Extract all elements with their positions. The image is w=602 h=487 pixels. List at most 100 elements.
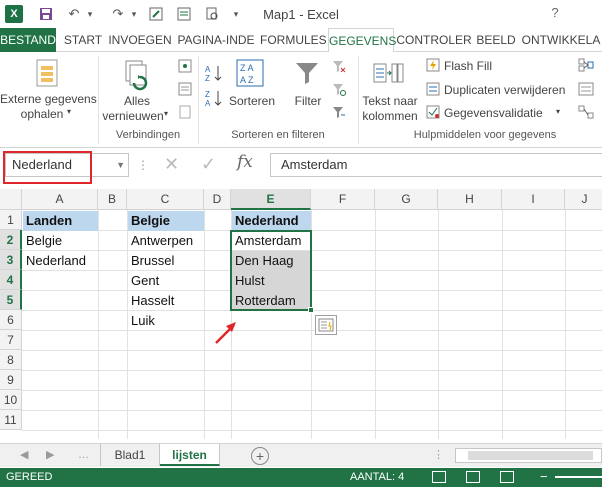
- column-header[interactable]: D: [204, 189, 231, 210]
- cell-A1[interactable]: Landen: [23, 211, 98, 231]
- normal-view-icon[interactable]: [432, 471, 446, 483]
- tab-formules[interactable]: FORMULES: [260, 28, 327, 52]
- cell-C2[interactable]: Antwerpen: [128, 231, 204, 251]
- tab-gegevens[interactable]: GEGEVENS: [328, 28, 396, 53]
- column-header[interactable]: B: [98, 189, 127, 210]
- scroll-split-icon[interactable]: ⋮: [433, 448, 444, 461]
- fill-handle[interactable]: [308, 307, 314, 313]
- row-header[interactable]: 3: [0, 250, 22, 270]
- filter-icon[interactable]: [292, 58, 322, 88]
- row-header[interactable]: 6: [0, 310, 22, 330]
- row-header[interactable]: 9: [0, 370, 22, 390]
- tab-ontwikkelaars[interactable]: ONTWIKKELA: [520, 28, 602, 52]
- text-to-columns-icon[interactable]: [372, 58, 406, 90]
- row-header[interactable]: 7: [0, 330, 22, 350]
- sheet-tab-blad1[interactable]: Blad1: [100, 444, 160, 466]
- reapply-filter-icon[interactable]: [331, 81, 347, 97]
- help-button[interactable]: ?: [545, 5, 565, 23]
- clear-filter-icon[interactable]: [331, 58, 347, 74]
- relationships-icon[interactable]: [577, 104, 595, 120]
- data-validation-dropdown-icon[interactable]: ▾: [556, 107, 560, 116]
- row-header[interactable]: 2: [0, 230, 22, 250]
- sort-az-icon[interactable]: AZ: [203, 62, 225, 84]
- cell-A3[interactable]: Nederland: [23, 251, 98, 271]
- scrollbar-thumb[interactable]: [468, 451, 593, 460]
- cell-A2[interactable]: Belgie: [23, 231, 98, 251]
- sheet-overflow-icon[interactable]: …: [78, 449, 89, 461]
- data-validation-button[interactable]: Gegevensvalidatie: [444, 106, 543, 120]
- formula-bar-grip-icon[interactable]: ⋮: [137, 158, 149, 172]
- cell-E4[interactable]: Hulst: [232, 271, 311, 291]
- cell-C5[interactable]: Hasselt: [128, 291, 204, 311]
- tab-start[interactable]: START: [60, 28, 106, 52]
- column-header[interactable]: I: [502, 189, 565, 210]
- cell-C1[interactable]: Belgie: [128, 211, 204, 231]
- next-sheet-icon[interactable]: ▶: [46, 448, 54, 461]
- sheet-tab-lijsten[interactable]: lijsten: [160, 444, 220, 466]
- formula-input[interactable]: Amsterdam: [270, 153, 602, 177]
- cell-E3[interactable]: Den Haag: [232, 251, 311, 271]
- data-validation-icon[interactable]: [425, 104, 441, 120]
- column-header[interactable]: F: [311, 189, 375, 210]
- sort-button[interactable]: Sorteren: [226, 94, 278, 108]
- sort-dialog-icon[interactable]: Z A A Z: [235, 58, 265, 88]
- column-header[interactable]: E: [231, 189, 311, 210]
- insert-function-button[interactable]: fx: [237, 152, 253, 172]
- tab-controleren[interactable]: CONTROLER: [396, 28, 472, 52]
- what-if-icon[interactable]: [577, 81, 595, 97]
- prev-sheet-icon[interactable]: ◀: [20, 448, 28, 461]
- connections-icon[interactable]: [177, 58, 193, 74]
- cell-E2[interactable]: Amsterdam: [232, 231, 311, 251]
- external-data-label-1[interactable]: Externe gegevens: [0, 92, 97, 106]
- select-all-corner[interactable]: [0, 189, 22, 210]
- zoom-slider[interactable]: [555, 476, 602, 478]
- column-header[interactable]: C: [127, 189, 204, 210]
- column-header[interactable]: G: [375, 189, 438, 210]
- row-header[interactable]: 11: [0, 410, 22, 430]
- advanced-filter-icon[interactable]: [331, 104, 347, 120]
- flash-fill-icon[interactable]: [425, 57, 441, 73]
- zoom-out-icon[interactable]: −: [540, 469, 548, 484]
- sort-za-icon[interactable]: ZA: [203, 87, 225, 109]
- refresh-all-label-1[interactable]: Alles: [104, 94, 170, 108]
- row-header[interactable]: 4: [0, 270, 22, 290]
- cell-C3[interactable]: Brussel: [128, 251, 204, 271]
- name-box-dropdown-icon[interactable]: ▼: [116, 154, 125, 176]
- remove-duplicates-icon[interactable]: [425, 81, 441, 97]
- flash-fill-button[interactable]: Flash Fill: [444, 59, 492, 73]
- text-to-columns-label-2[interactable]: kolommen: [360, 109, 420, 123]
- cell-E1[interactable]: Nederland: [232, 211, 311, 231]
- filter-button[interactable]: Filter: [288, 94, 328, 108]
- column-header[interactable]: J: [565, 189, 602, 210]
- add-sheet-button[interactable]: +: [251, 447, 269, 465]
- refresh-dropdown-icon[interactable]: ▾: [164, 109, 168, 118]
- consolidate-icon[interactable]: [577, 57, 595, 73]
- refresh-all-icon[interactable]: [120, 58, 154, 92]
- row-header[interactable]: 1: [0, 210, 22, 230]
- column-header[interactable]: A: [22, 189, 98, 210]
- tab-invoegen[interactable]: INVOEGEN: [108, 28, 172, 52]
- cell-C4[interactable]: Gent: [128, 271, 204, 291]
- column-header[interactable]: H: [438, 189, 502, 210]
- external-data-dropdown-icon[interactable]: ▾: [67, 107, 71, 116]
- quick-analysis-icon[interactable]: [315, 315, 337, 335]
- edit-links-icon[interactable]: [177, 104, 193, 120]
- tab-bestand[interactable]: BESTAND: [0, 28, 56, 52]
- horizontal-scrollbar[interactable]: [455, 448, 602, 463]
- cell-E5[interactable]: Rotterdam: [232, 291, 311, 311]
- cell-C6[interactable]: Luik: [128, 311, 204, 331]
- tab-pagina-indeling[interactable]: PAGINA-INDE: [174, 28, 258, 52]
- row-header[interactable]: 10: [0, 390, 22, 410]
- row-header[interactable]: 8: [0, 350, 22, 370]
- refresh-all-label-2[interactable]: vernieuwen: [100, 109, 166, 123]
- page-layout-icon[interactable]: [466, 471, 480, 483]
- row-header[interactable]: 5: [0, 290, 22, 310]
- cancel-entry-icon[interactable]: ✕: [164, 154, 179, 175]
- page-break-icon[interactable]: [500, 471, 514, 483]
- external-data-icon[interactable]: [30, 56, 64, 90]
- remove-duplicates-button[interactable]: Duplicaten verwijderen: [444, 83, 565, 97]
- confirm-entry-icon[interactable]: ✓: [201, 154, 216, 175]
- tab-beeld[interactable]: BEELD: [474, 28, 518, 52]
- text-to-columns-label-1[interactable]: Tekst naar: [360, 94, 420, 108]
- properties-icon[interactable]: [177, 81, 193, 97]
